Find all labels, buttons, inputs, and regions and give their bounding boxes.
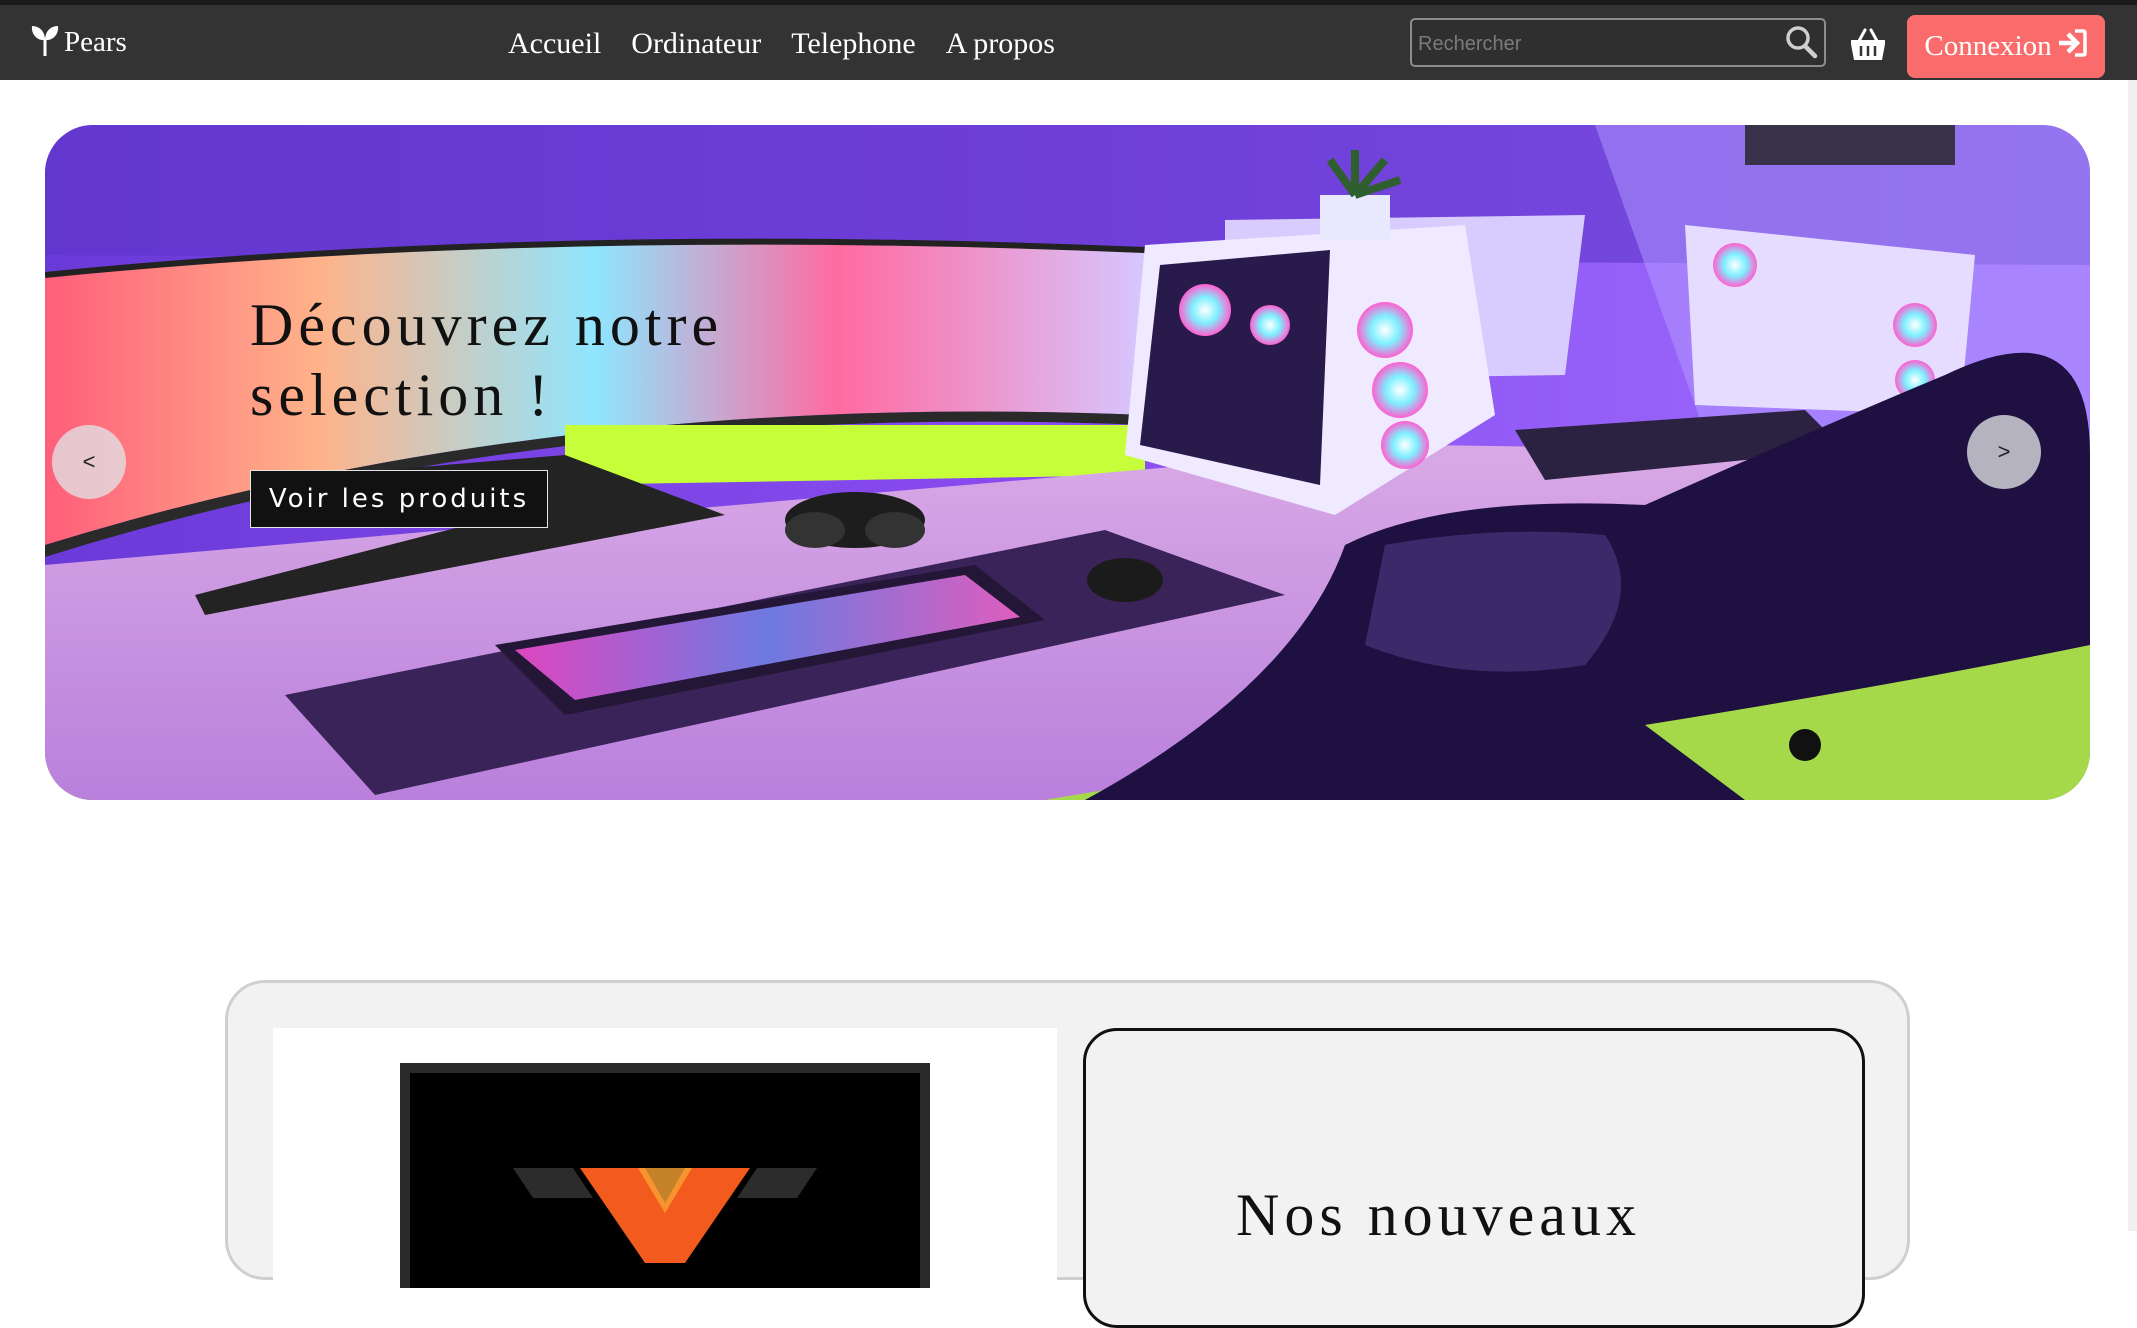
view-products-button[interactable]: Voir les produits bbox=[250, 470, 548, 528]
nav-link-a-propos[interactable]: A propos bbox=[946, 27, 1055, 61]
login-arrow-icon bbox=[2056, 28, 2088, 66]
nav-link-ordinateur[interactable]: Ordinateur bbox=[631, 27, 761, 61]
navbar: Pears Accueil Ordinateur Telephone A pro… bbox=[0, 5, 2137, 80]
nav-link-telephone[interactable]: Telephone bbox=[791, 27, 916, 61]
hero-carousel: Découvrez notre selection ! Voir les pro… bbox=[45, 125, 2090, 800]
brand-logo[interactable]: Pears bbox=[30, 23, 127, 62]
new-products-section: Nos nouveaux bbox=[225, 980, 1910, 1328]
main-nav: Accueil Ordinateur Telephone A propos bbox=[508, 27, 1055, 61]
search-box bbox=[1410, 18, 1826, 67]
login-button[interactable]: Connexion bbox=[1907, 15, 2105, 78]
search-icon[interactable] bbox=[1782, 23, 1820, 61]
scrollbar-track[interactable] bbox=[2128, 80, 2137, 1231]
new-products-title: Nos nouveaux bbox=[1236, 1182, 1641, 1248]
basket-icon[interactable] bbox=[1849, 27, 1887, 63]
product-image[interactable] bbox=[273, 1028, 1057, 1303]
brand-name: Pears bbox=[64, 26, 127, 58]
search-input[interactable] bbox=[1416, 26, 1770, 62]
new-products-card: Nos nouveaux bbox=[1083, 1028, 1865, 1328]
hero-title: Découvrez notre selection ! bbox=[250, 292, 724, 428]
hero-image bbox=[45, 125, 2090, 800]
carousel-prev-button[interactable]: < bbox=[52, 425, 126, 499]
carousel-next-button[interactable]: > bbox=[1967, 415, 2041, 489]
leaf-logo-icon bbox=[30, 23, 60, 62]
nav-link-accueil[interactable]: Accueil bbox=[508, 27, 601, 61]
login-label: Connexion bbox=[1924, 30, 2052, 62]
laptop-image bbox=[400, 1063, 930, 1303]
